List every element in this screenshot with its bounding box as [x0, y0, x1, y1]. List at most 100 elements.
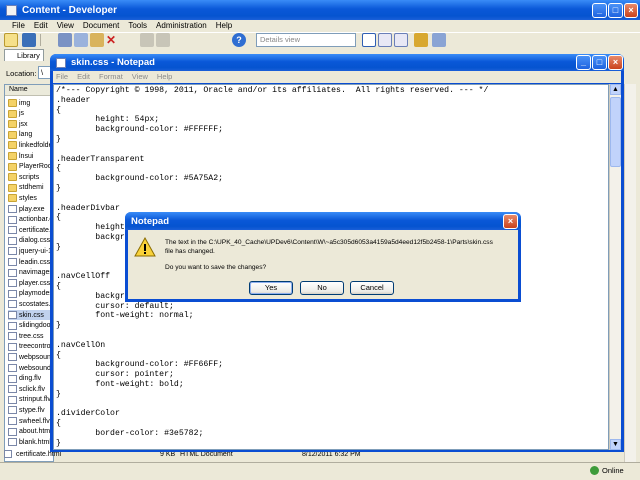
file-list-item[interactable]: scripts	[8, 172, 52, 182]
file-icon	[8, 342, 17, 351]
text-line: border-color: #3e5782;	[56, 428, 204, 438]
file-list-item[interactable]: about.htm	[8, 427, 52, 437]
notepad-title-bar[interactable]: skin.css - Notepad	[50, 54, 624, 71]
file-list-item[interactable]: skin.css	[8, 310, 52, 320]
file-list-item[interactable]: strinput.flv	[8, 395, 52, 405]
text-line: /*--- Copyright © 1998, 2011, Oracle and…	[56, 86, 489, 95]
dialog-title-bar[interactable]: Notepad	[125, 212, 521, 230]
file-list-item[interactable]: play.exe	[8, 204, 52, 214]
notepad-menu-view[interactable]: View	[132, 71, 148, 83]
scroll-thumb[interactable]	[610, 97, 621, 167]
file-list-item[interactable]: ding.flv	[8, 374, 52, 384]
file-icon	[8, 353, 17, 362]
tab-library[interactable]: Library	[4, 49, 44, 61]
file-list-item[interactable]: webpsound	[8, 352, 52, 362]
copy-icon[interactable]	[74, 33, 88, 47]
dialog-close-button[interactable]: ×	[503, 214, 518, 229]
file-icon	[8, 268, 17, 277]
file-list-item[interactable]: swheel.flv	[8, 416, 52, 426]
file-list-item[interactable]: lang	[8, 130, 52, 140]
folder-icon	[8, 152, 17, 160]
notepad-minimize-button[interactable]: _	[576, 55, 591, 70]
new-icon[interactable]	[4, 33, 18, 47]
no-button[interactable]: No	[300, 281, 344, 295]
columns-view-icon[interactable]	[394, 33, 408, 47]
file-list-item[interactable]: sclick.flv	[8, 384, 52, 394]
notepad-menu-file[interactable]: File	[56, 71, 68, 83]
outer-title-bar[interactable]: Content - Developer	[0, 0, 640, 20]
file-list-item[interactable]: jsx	[8, 119, 52, 129]
file-name: treecontro	[19, 343, 51, 351]
view-select[interactable]: Details view	[256, 33, 356, 47]
text-line: height: 54px;	[56, 115, 160, 125]
publish-icon[interactable]	[414, 33, 428, 47]
save-icon[interactable]	[22, 33, 36, 47]
redo-icon[interactable]	[156, 33, 170, 47]
file-name: jquery-ui-1	[19, 247, 52, 255]
file-name: scostates.	[19, 300, 51, 308]
view-select-value: Details view	[260, 35, 301, 44]
text-line: background-color: #FF66FF;	[56, 360, 224, 370]
file-list-item[interactable]: jquery-ui-1	[8, 246, 52, 256]
file-list-item[interactable]: scostates.	[8, 299, 52, 309]
notepad-close-button[interactable]: ×	[608, 55, 623, 70]
file-name: blank.html	[19, 438, 51, 446]
cancel-button[interactable]: Cancel	[350, 281, 394, 295]
status-file-icon	[4, 450, 12, 459]
undo-icon[interactable]	[140, 33, 154, 47]
scroll-down-icon[interactable]: ▼	[610, 439, 621, 450]
file-list-item[interactable]: actionbar.c	[8, 215, 52, 225]
outer-maximize-button[interactable]: □	[608, 3, 623, 18]
file-list-item[interactable]: stdhemi	[8, 183, 52, 193]
file-name: player.css	[19, 279, 51, 287]
notepad-icon	[56, 57, 66, 68]
file-list-item[interactable]: img	[8, 98, 52, 108]
file-list-item[interactable]: slidingdoor	[8, 321, 52, 331]
file-list-item[interactable]: tree.css	[8, 331, 52, 341]
file-name: lnsui	[19, 152, 34, 160]
name-column-header[interactable]: Name	[5, 85, 53, 96]
file-name: navimages	[19, 269, 52, 277]
preview-icon[interactable]	[432, 33, 446, 47]
paste-icon[interactable]	[90, 33, 104, 47]
file-list-item[interactable]: certificate.	[8, 225, 52, 235]
details-view-icon[interactable]	[362, 33, 376, 47]
file-list-item[interactable]: lnsui	[8, 151, 52, 161]
dialog-title: Notepad	[131, 215, 169, 227]
notepad-maximize-button[interactable]: □	[592, 55, 607, 70]
file-name: tree.css	[19, 332, 44, 340]
file-list-item[interactable]: player.css	[8, 278, 52, 288]
yes-button[interactable]: Yes	[249, 281, 293, 295]
notepad-menu-edit[interactable]: Edit	[77, 71, 90, 83]
file-icon	[8, 311, 17, 319]
dialog-message-path: The text in the C:\UPK_40_Cache\UPDev6\C…	[165, 239, 493, 246]
file-list-item[interactable]: websound	[8, 363, 52, 373]
split-view-icon[interactable]	[378, 33, 392, 47]
file-list-item[interactable]: dialog.css	[8, 236, 52, 246]
file-icon	[8, 417, 17, 425]
outer-close-button[interactable]: ×	[624, 3, 638, 18]
file-list-item[interactable]: js	[8, 109, 52, 119]
file-list-item[interactable]: treecontro	[8, 342, 52, 352]
file-icon	[8, 427, 17, 436]
scroll-up-icon[interactable]: ▲	[610, 84, 621, 95]
notepad-menu-format[interactable]: Format	[99, 71, 123, 83]
notepad-scrollbar[interactable]: ▲ ▼	[609, 84, 621, 450]
delete-icon[interactable]: ✕	[104, 33, 118, 47]
outer-minimize-button[interactable]: _	[592, 3, 607, 18]
file-name: playmodes	[19, 290, 52, 298]
file-list-item[interactable]: leadin.css	[8, 257, 52, 267]
text-line: }	[56, 389, 61, 399]
help-icon[interactable]: ?	[232, 33, 246, 47]
notepad-menu-help[interactable]: Help	[157, 71, 172, 83]
cut-icon[interactable]	[58, 33, 72, 47]
file-list-item[interactable]: styles	[8, 193, 52, 203]
file-list-item[interactable]: blank.html	[8, 437, 52, 447]
outer-scrollbar[interactable]	[624, 84, 636, 462]
file-list-item[interactable]: stype.flv	[8, 405, 52, 415]
file-list-item[interactable]: linkedfolde	[8, 140, 52, 150]
file-list-item[interactable]: navimages	[8, 268, 52, 278]
file-list-item[interactable]: playmodes	[8, 289, 52, 299]
folder-icon	[8, 194, 17, 203]
file-list-item[interactable]: PlayerRool	[8, 162, 52, 172]
